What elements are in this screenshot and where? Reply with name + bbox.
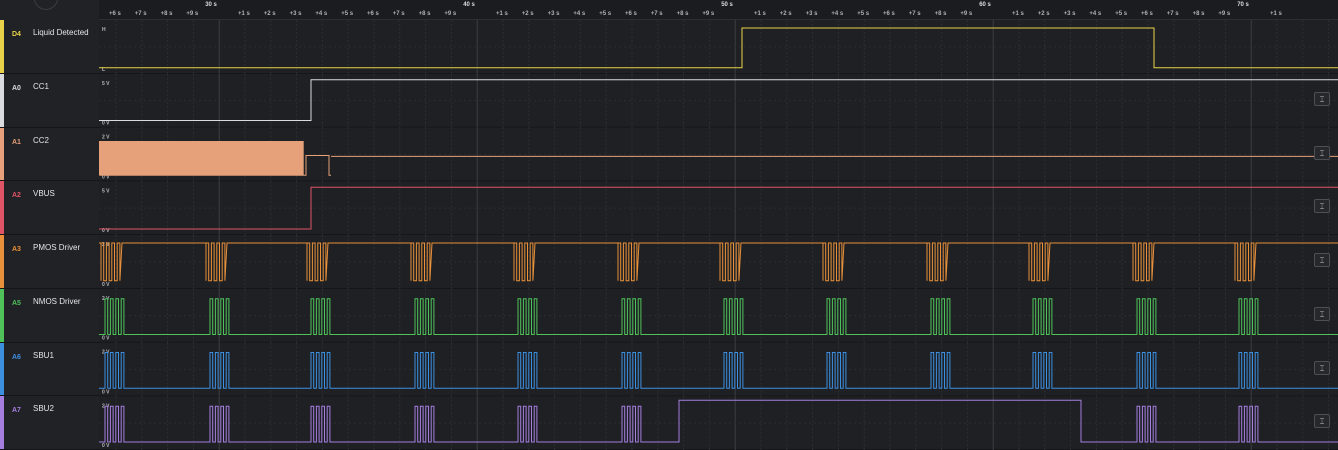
- expand-channel-icon[interactable]: ⌶: [1314, 306, 1330, 321]
- channel-color-swatch: [0, 288, 4, 342]
- channel-id: A3: [12, 246, 21, 253]
- channel-label-a5[interactable]: A5 NMOS Driver: [0, 288, 99, 343]
- channel-name: VBUS: [33, 189, 55, 199]
- waveform-area[interactable]: HL5 V0 V2 V0 V5 V0 V2 V0 V2 V0 V2 V0 V2 …: [99, 0, 1338, 450]
- channel-name: NMOS Driver: [33, 296, 81, 306]
- channel-id: A5: [12, 299, 21, 307]
- channel-id: D4: [12, 31, 21, 38]
- channel-id: A2: [12, 192, 21, 200]
- expand-channel-icon[interactable]: ⌶: [1314, 253, 1330, 267]
- level-label-low: 0 V: [102, 121, 110, 127]
- channel-name: SBU1: [33, 350, 54, 360]
- channel-id: A1: [12, 138, 21, 146]
- channel-color-swatch: [0, 396, 4, 449]
- logo-icon: [34, 0, 58, 10]
- channel-label-a7[interactable]: A7 SBU2: [0, 396, 99, 450]
- level-label-high: 5 V: [102, 188, 110, 194]
- channel-name: PMOS Driver: [33, 243, 81, 252]
- expand-channel-icon[interactable]: ⌶: [1314, 414, 1330, 429]
- channel-color-swatch: [0, 73, 4, 127]
- level-label-high: 5 V: [102, 81, 110, 87]
- expand-channel-icon[interactable]: ⌶: [1314, 199, 1330, 214]
- channel-color-swatch: [0, 342, 4, 396]
- channel-label-d4[interactable]: D4 Liquid Detected: [0, 20, 99, 74]
- channel-label-a1[interactable]: A1 CC2: [0, 127, 99, 182]
- level-label-low: 0 V: [102, 336, 110, 342]
- level-label-high: 2 V: [102, 135, 110, 141]
- channel-label-a6[interactable]: A6 SBU1: [0, 342, 99, 397]
- channel-id: A7: [12, 407, 21, 415]
- channel-id: A6: [12, 353, 21, 361]
- channel-color-swatch: [0, 235, 4, 288]
- channel-label-a0[interactable]: A0 CC1: [0, 73, 99, 128]
- channel-sidebar: D4 Liquid Detected A0 CC1 A1 CC2 A2 VBUS A3 PMOS …: [0, 0, 99, 450]
- expand-channel-icon[interactable]: ⌶: [1314, 91, 1330, 106]
- channel-color-swatch: [0, 127, 4, 181]
- channel-name: Liquid Detected: [33, 28, 89, 37]
- expand-channel-icon[interactable]: ⌶: [1314, 145, 1330, 160]
- level-label-low: 0 V: [102, 443, 110, 449]
- level-label-high: H: [102, 27, 106, 33]
- channel-name: CC2: [33, 135, 50, 145]
- waveform-a1: [99, 141, 331, 176]
- channel-color-swatch: [0, 181, 4, 234]
- channel-name: SBU2: [33, 404, 54, 414]
- logic-analyzer-window: D4 Liquid Detected A0 CC1 A1 CC2 A2 VBUS A3 PMOS …: [0, 0, 1338, 450]
- channel-label-a2[interactable]: A2 VBUS: [0, 181, 99, 235]
- channel-id: A0: [12, 84, 21, 92]
- channel-name: CC1: [33, 81, 50, 91]
- level-label-low: 0 V: [102, 282, 110, 288]
- expand-channel-icon[interactable]: ⌶: [1314, 360, 1330, 375]
- channel-label-a3[interactable]: A3 PMOS Driver: [0, 235, 99, 289]
- channel-color-swatch: [0, 20, 4, 73]
- level-label-low: 0 V: [102, 389, 110, 395]
